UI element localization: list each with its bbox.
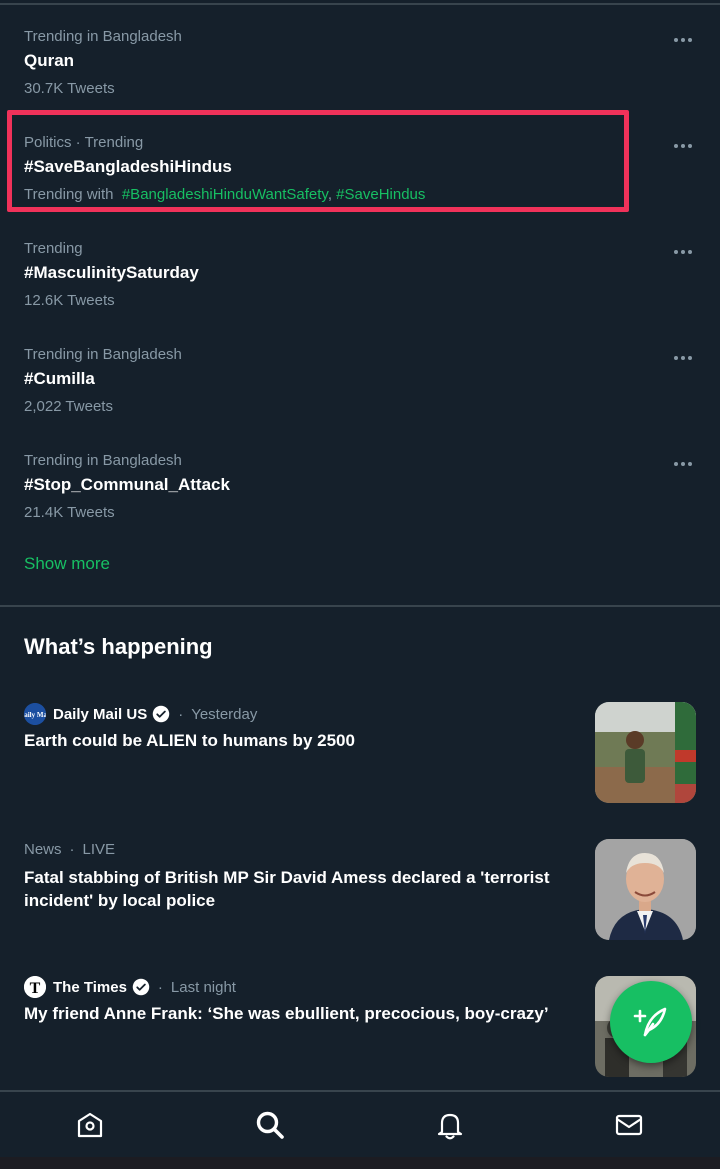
nav-notifications-button[interactable] [433, 1108, 467, 1142]
bottom-navigation [0, 1090, 720, 1157]
trend-name: #Cumilla [24, 369, 95, 388]
compose-tweet-icon [633, 1007, 667, 1037]
compose-tweet-button[interactable] [610, 981, 692, 1063]
trend-name: #Stop_Communal_Attack [24, 475, 230, 494]
trend-tweet-count: 30.7K Tweets [24, 80, 115, 97]
highlight-annotation-box [7, 110, 629, 212]
more-horizontal-icon[interactable] [668, 136, 698, 156]
story-source-name: The Times [53, 978, 127, 996]
trend-item[interactable]: Trending in Bangladesh Quran 30.7K Tweet… [0, 10, 720, 116]
trend-tweet-count: 12.6K Tweets [24, 292, 115, 309]
story-thumbnail[interactable] [595, 702, 696, 803]
more-horizontal-icon[interactable] [668, 30, 698, 50]
verified-badge-icon [132, 978, 150, 996]
story-headline: My friend Anne Frank: ‘She was ebullient… [24, 1004, 549, 1023]
story-source-name: Daily Mail US [53, 705, 148, 723]
search-icon [256, 1111, 284, 1139]
trend-meta: Trending in Bangladesh [24, 452, 182, 469]
trend-name: #MasculinitySaturday [24, 263, 199, 282]
news-story[interactable]: News · LIVE Fatal stabbing of British MP… [0, 827, 720, 957]
show-more-link[interactable]: Show more [24, 554, 110, 574]
separator-dot: · [69, 841, 75, 858]
the-times-logo: T [24, 976, 46, 998]
story-category: News [24, 841, 62, 858]
section-title: What’s happening [24, 634, 213, 659]
trend-item[interactable]: Trending in Bangladesh #Stop_Communal_At… [0, 434, 720, 540]
story-time: Last night [170, 978, 236, 996]
svg-text:Daily Mail: Daily Mail [24, 711, 46, 719]
trend-item[interactable]: Trending #MasculinitySaturday 12.6K Twee… [0, 222, 720, 328]
trend-name: Quran [24, 51, 75, 70]
daily-mail-logo: Daily Mail [24, 703, 46, 725]
trend-tweet-count: 2,022 Tweets [24, 398, 113, 415]
news-story[interactable]: Daily Mail Daily Mail US · Yesterday Ear… [0, 690, 720, 820]
separator-dot: · [178, 705, 184, 723]
story-thumbnail[interactable] [595, 839, 696, 940]
nav-search-button[interactable] [253, 1108, 287, 1142]
more-horizontal-icon[interactable] [668, 242, 698, 262]
trend-item[interactable]: Trending in Bangladesh #Cumilla 2,022 Tw… [0, 328, 720, 434]
separator-dot: · [157, 978, 163, 996]
trend-meta: Trending in Bangladesh [24, 28, 182, 45]
story-live-status: LIVE [82, 841, 116, 858]
bell-icon [437, 1113, 463, 1140]
envelope-icon [615, 1114, 643, 1136]
top-divider [0, 3, 720, 5]
trend-tweet-count: 21.4K Tweets [24, 504, 115, 521]
verified-badge-icon [152, 705, 170, 723]
svg-text:T: T [30, 980, 41, 997]
story-source-row: T The Times · Last night [24, 976, 236, 998]
system-navigation-bar [0, 1157, 720, 1169]
story-headline: Fatal stabbing of British MP Sir David A… [24, 868, 550, 910]
home-icon [77, 1112, 103, 1138]
story-headline: Earth could be ALIEN to humans by 2500 [24, 731, 355, 750]
story-source-row: News · LIVE [24, 841, 115, 858]
nav-messages-button[interactable] [612, 1108, 646, 1142]
story-source-row: Daily Mail Daily Mail US · Yesterday [24, 703, 257, 725]
more-horizontal-icon[interactable] [668, 348, 698, 368]
trend-meta: Trending [24, 240, 83, 257]
section-divider [0, 605, 720, 607]
more-horizontal-icon[interactable] [668, 454, 698, 474]
nav-home-button[interactable] [73, 1108, 107, 1142]
trend-meta: Trending in Bangladesh [24, 346, 182, 363]
story-time: Yesterday [191, 705, 258, 723]
